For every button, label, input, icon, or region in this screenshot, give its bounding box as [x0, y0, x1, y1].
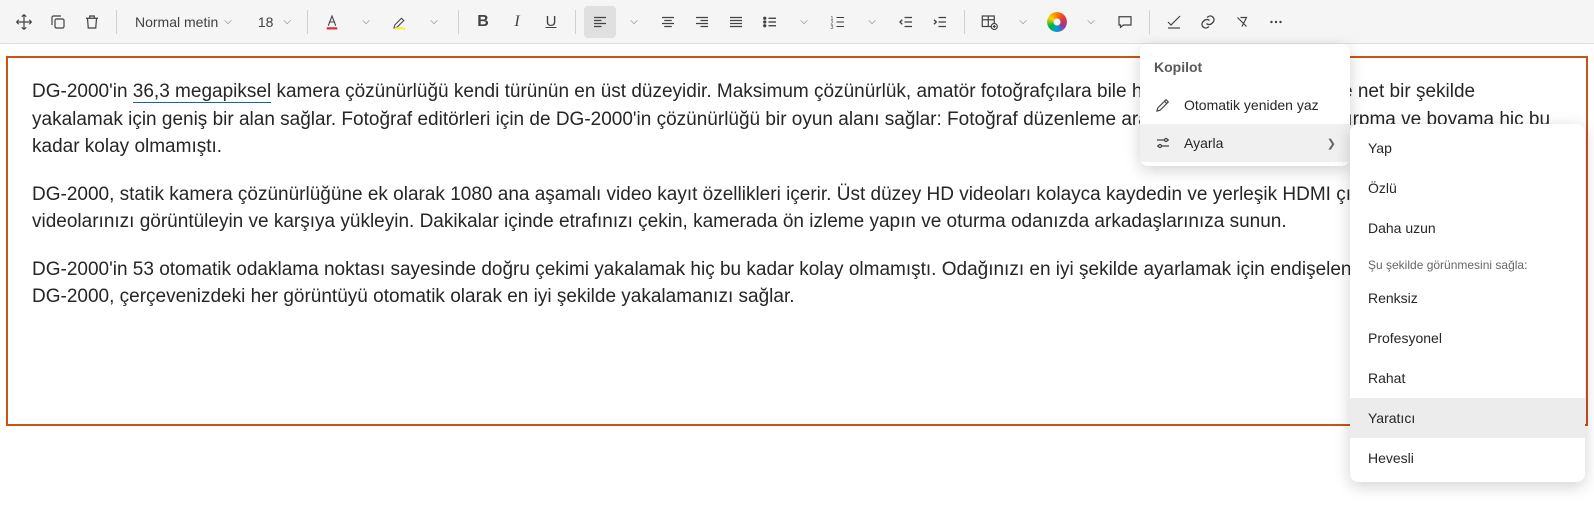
- submenu-item-enthusiastic[interactable]: Hevesli: [1350, 438, 1585, 478]
- font-size-value: 18: [258, 14, 274, 30]
- spellcheck-span[interactable]: 36,3 megapiksel: [133, 81, 271, 103]
- chevron-down-icon: ⌵: [283, 16, 291, 27]
- chevron-right-icon: ❯: [1327, 137, 1336, 150]
- suggest-mode-button[interactable]: [1158, 6, 1190, 38]
- chevron-down-icon[interactable]: ⌵: [1075, 6, 1107, 38]
- menu-item-auto-rewrite[interactable]: Otomatik yeniden yaz: [1140, 86, 1350, 124]
- submenu-item-casual[interactable]: Rahat: [1350, 358, 1585, 398]
- submenu-item-neutral[interactable]: Renksiz: [1350, 278, 1585, 318]
- copilot-menu: Kopilot Otomatik yeniden yaz Ayarla ❯: [1140, 44, 1350, 166]
- submenu-item-concise[interactable]: Özlü: [1350, 168, 1585, 208]
- menu-item-adjust[interactable]: Ayarla ❯: [1140, 124, 1350, 162]
- font-size-selector[interactable]: 18 ⌵: [244, 6, 299, 38]
- submenu-item-longer[interactable]: Daha uzun: [1350, 208, 1585, 248]
- submenu-item-creative[interactable]: Yaratıcı: [1350, 398, 1585, 438]
- link-button[interactable]: [1192, 6, 1224, 38]
- chevron-down-icon[interactable]: ⌵: [788, 6, 820, 38]
- copilot-button[interactable]: [1041, 6, 1073, 38]
- separator: [116, 10, 117, 34]
- separator: [575, 10, 576, 34]
- paragraph-style-label: Normal metin: [135, 14, 218, 30]
- svg-text:3: 3: [831, 24, 834, 30]
- separator: [307, 10, 308, 34]
- chevron-down-icon: ⌵: [224, 16, 232, 27]
- chevron-down-icon[interactable]: ⌵: [856, 6, 888, 38]
- bullet-list-button[interactable]: [754, 6, 786, 38]
- menu-title: Kopilot: [1140, 48, 1350, 86]
- align-right-button[interactable]: [686, 6, 718, 38]
- insert-table-button[interactable]: [973, 6, 1005, 38]
- underline-button[interactable]: U: [535, 6, 567, 38]
- indent-button[interactable]: [924, 6, 956, 38]
- separator: [1149, 10, 1150, 34]
- toolbar: Normal metin ⌵ 18 ⌵ ⌵ ⌵ B I U ⌵ ⌵ 123 ⌵: [0, 0, 1594, 44]
- paragraph[interactable]: DG-2000, statik kamera çözünürlüğüne ek …: [32, 181, 1562, 236]
- numbered-list-button[interactable]: 123: [822, 6, 854, 38]
- copilot-icon: [1047, 12, 1067, 32]
- adjust-submenu: Yap Özlü Daha uzun Şu şekilde görünmesin…: [1350, 124, 1585, 482]
- align-left-button[interactable]: [584, 6, 616, 38]
- submenu-item-make[interactable]: Yap: [1350, 128, 1585, 168]
- submenu-section-header: Şu şekilde görünmesini sağla:: [1350, 248, 1585, 278]
- align-center-button[interactable]: [652, 6, 684, 38]
- menu-item-label: Otomatik yeniden yaz: [1184, 97, 1319, 113]
- paragraph-style-selector[interactable]: Normal metin ⌵: [125, 6, 242, 38]
- submenu-item-professional[interactable]: Profesyonel: [1350, 318, 1585, 358]
- chevron-down-icon[interactable]: ⌵: [418, 6, 450, 38]
- align-justify-button[interactable]: [720, 6, 752, 38]
- rewrite-icon: [1154, 96, 1172, 114]
- paragraph[interactable]: DG-2000'in 53 otomatik odaklama noktası …: [32, 256, 1562, 311]
- chevron-down-icon[interactable]: ⌵: [618, 6, 650, 38]
- menu-item-label: Ayarla: [1184, 135, 1223, 151]
- chevron-down-icon[interactable]: ⌵: [350, 6, 382, 38]
- move-icon[interactable]: [8, 6, 40, 38]
- separator: [964, 10, 965, 34]
- chevron-down-icon[interactable]: ⌵: [1007, 6, 1039, 38]
- outdent-button[interactable]: [890, 6, 922, 38]
- bold-button[interactable]: B: [467, 6, 499, 38]
- separator: [458, 10, 459, 34]
- comment-button[interactable]: [1109, 6, 1141, 38]
- delete-icon[interactable]: [76, 6, 108, 38]
- font-color-button[interactable]: [316, 6, 348, 38]
- italic-button[interactable]: I: [501, 6, 533, 38]
- adjust-icon: [1154, 134, 1172, 152]
- highlight-button[interactable]: [384, 6, 416, 38]
- more-options-button[interactable]: [1260, 6, 1292, 38]
- copy-icon[interactable]: [42, 6, 74, 38]
- clear-formatting-button[interactable]: [1226, 6, 1258, 38]
